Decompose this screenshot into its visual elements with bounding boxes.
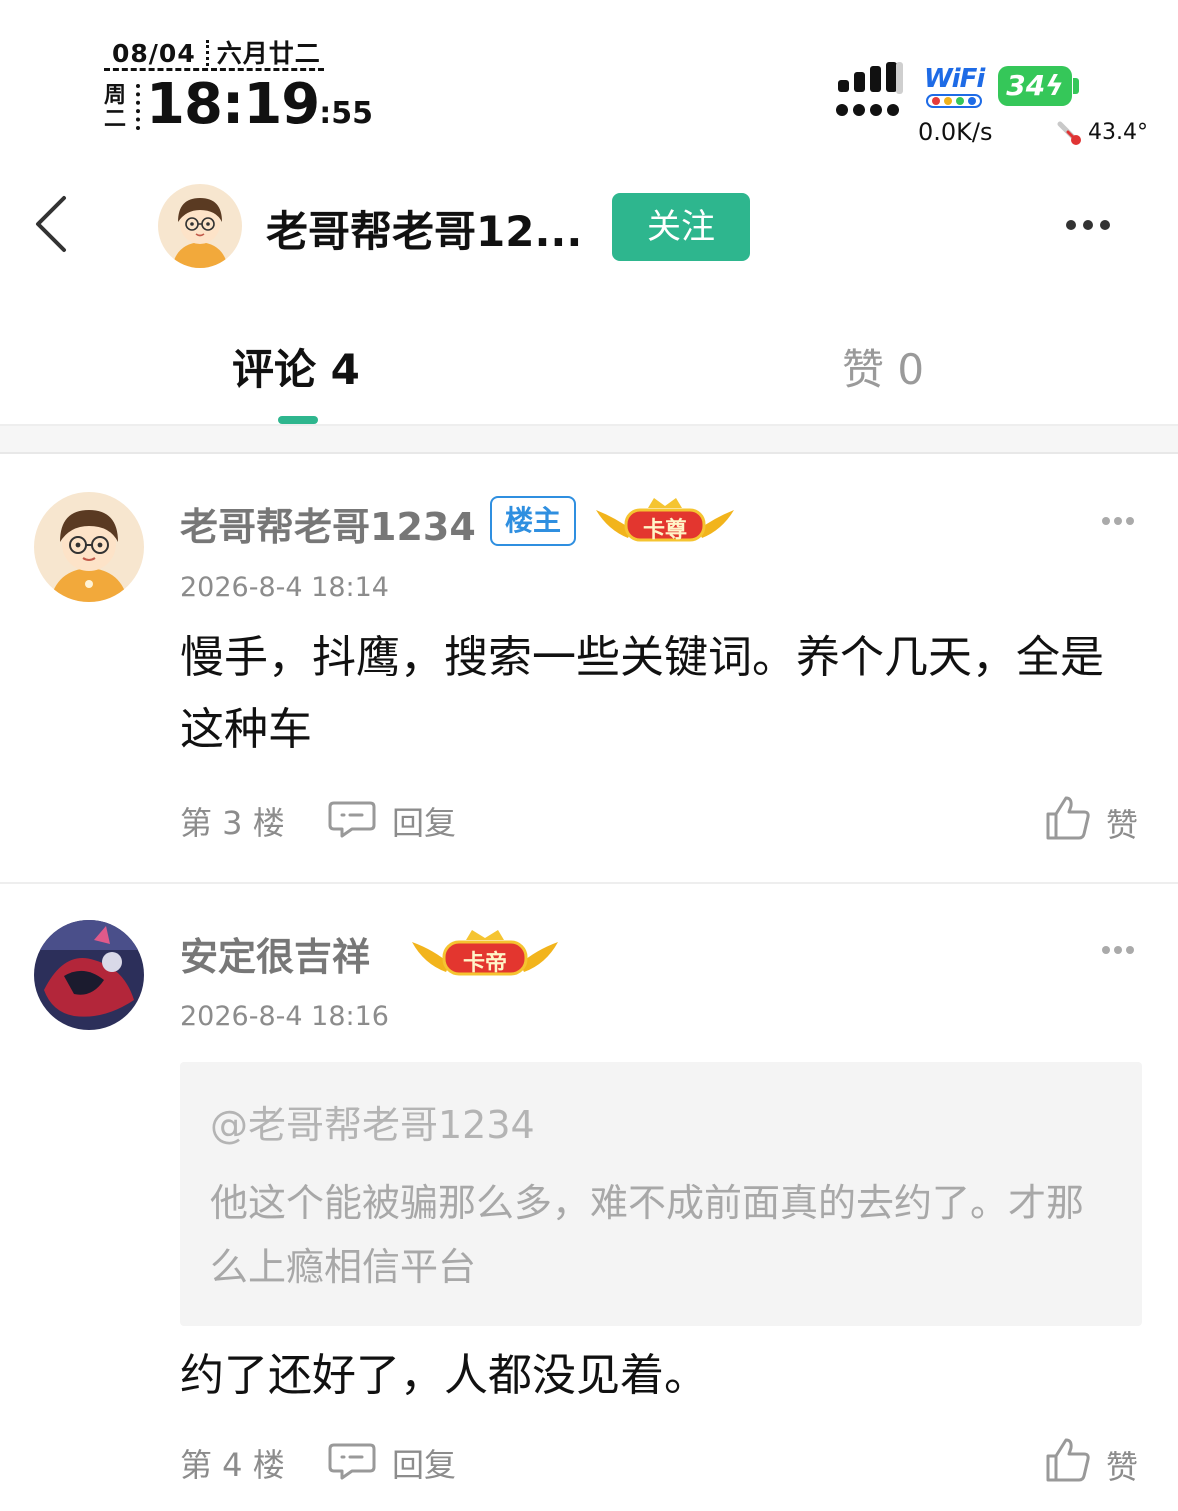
comment-divider — [0, 882, 1178, 884]
status-date: 08/04 六月廿二 — [112, 34, 321, 70]
battery-level: 34 — [1006, 69, 1046, 102]
section-divider — [0, 452, 1178, 454]
comment-more-icon[interactable] — [1098, 941, 1138, 961]
thumbs-up-icon[interactable] — [1044, 794, 1092, 842]
charging-icon: ϟ — [1045, 69, 1064, 102]
user-avatar[interactable] — [158, 184, 242, 268]
back-arrow-icon[interactable] — [30, 192, 78, 256]
quoted-author[interactable]: @老哥帮老哥1234 — [210, 1094, 1112, 1149]
page-title: 老哥帮老哥12... — [266, 207, 583, 256]
comment-timestamp: 2026-8-4 18:16 — [180, 1001, 389, 1032]
tab-likes[interactable]: 赞 0 — [842, 336, 924, 397]
wifi-label: WiFi — [924, 64, 985, 94]
quoted-text: 他这个能被骗那么多，难不成前面真的去约了。才那么上瘾相信平台 — [210, 1181, 1085, 1289]
top-nav-bar: 老哥帮老哥12... 关注 — [0, 170, 1178, 282]
status-weekday: 周二 — [104, 83, 127, 132]
rank-badge: 卡尊 — [592, 496, 738, 548]
quoted-comment[interactable]: @老哥帮老哥1234 他这个能被骗那么多，难不成前面真的去约了。才那么上瘾相信平… — [180, 1062, 1142, 1326]
network-speed: 0.0K/s — [918, 118, 993, 146]
battery-cap — [1073, 78, 1079, 94]
tab-bar: 评论 4 赞 0 — [0, 320, 1178, 426]
rank-badge-label: 卡帝 — [462, 951, 507, 976]
reply-icon[interactable] — [328, 799, 376, 839]
status-time-divider — [136, 84, 140, 130]
status-date-solar: 08/04 — [112, 39, 196, 68]
reply-button[interactable]: 回复 — [392, 1440, 456, 1486]
rank-badge-label: 卡尊 — [642, 518, 687, 543]
signal-icon — [836, 62, 906, 122]
reply-button[interactable]: 回复 — [392, 798, 456, 844]
comment-author-name[interactable]: 安定很吉祥 — [180, 926, 370, 981]
comment-timestamp: 2026-8-4 18:14 — [180, 572, 389, 603]
op-badge: 楼主 — [490, 496, 576, 546]
like-button[interactable]: 赞 — [1106, 800, 1138, 846]
thermometer-icon — [1057, 121, 1081, 145]
wifi-icon: WiFi — [924, 64, 986, 110]
section-gap — [0, 426, 1178, 452]
tab-active-indicator — [278, 416, 318, 424]
rank-badge: 卡帝 — [408, 928, 562, 982]
like-button[interactable]: 赞 — [1106, 1442, 1138, 1488]
battery-icon: 34ϟ — [998, 66, 1072, 106]
floor-number: 第 3 楼 — [180, 804, 285, 842]
temperature: 43.4° — [1088, 120, 1148, 145]
status-seconds: :55 — [319, 96, 374, 131]
follow-button[interactable]: 关注 — [612, 193, 750, 261]
thumbs-up-icon[interactable] — [1044, 1436, 1092, 1484]
comment-text: 慢手，抖鹰，搜索一些关键词。养个几天，全是这种车 — [180, 632, 1104, 755]
reply-icon[interactable] — [328, 1441, 376, 1481]
status-bar: 08/04 六月廿二 周二 18:19:55 WiFi 34ϟ 0.0K/s 4… — [0, 0, 1178, 160]
status-clock: 18:19:55 — [146, 72, 373, 137]
more-options-icon[interactable] — [1060, 208, 1116, 244]
status-date-lunar: 六月廿二 — [216, 39, 321, 68]
comment-author-avatar[interactable] — [34, 920, 144, 1030]
tab-comments[interactable]: 评论 4 — [232, 336, 360, 397]
comment-more-icon[interactable] — [1098, 512, 1138, 532]
comment-author-name[interactable]: 老哥帮老哥1234 — [180, 496, 476, 551]
comment-text: 约了还好了，人都没见着。 — [180, 1350, 708, 1401]
status-time: 18:19 — [146, 72, 320, 137]
status-date-divider — [104, 68, 324, 71]
floor-number: 第 4 楼 — [180, 1446, 285, 1484]
comment-author-avatar[interactable] — [34, 492, 144, 602]
